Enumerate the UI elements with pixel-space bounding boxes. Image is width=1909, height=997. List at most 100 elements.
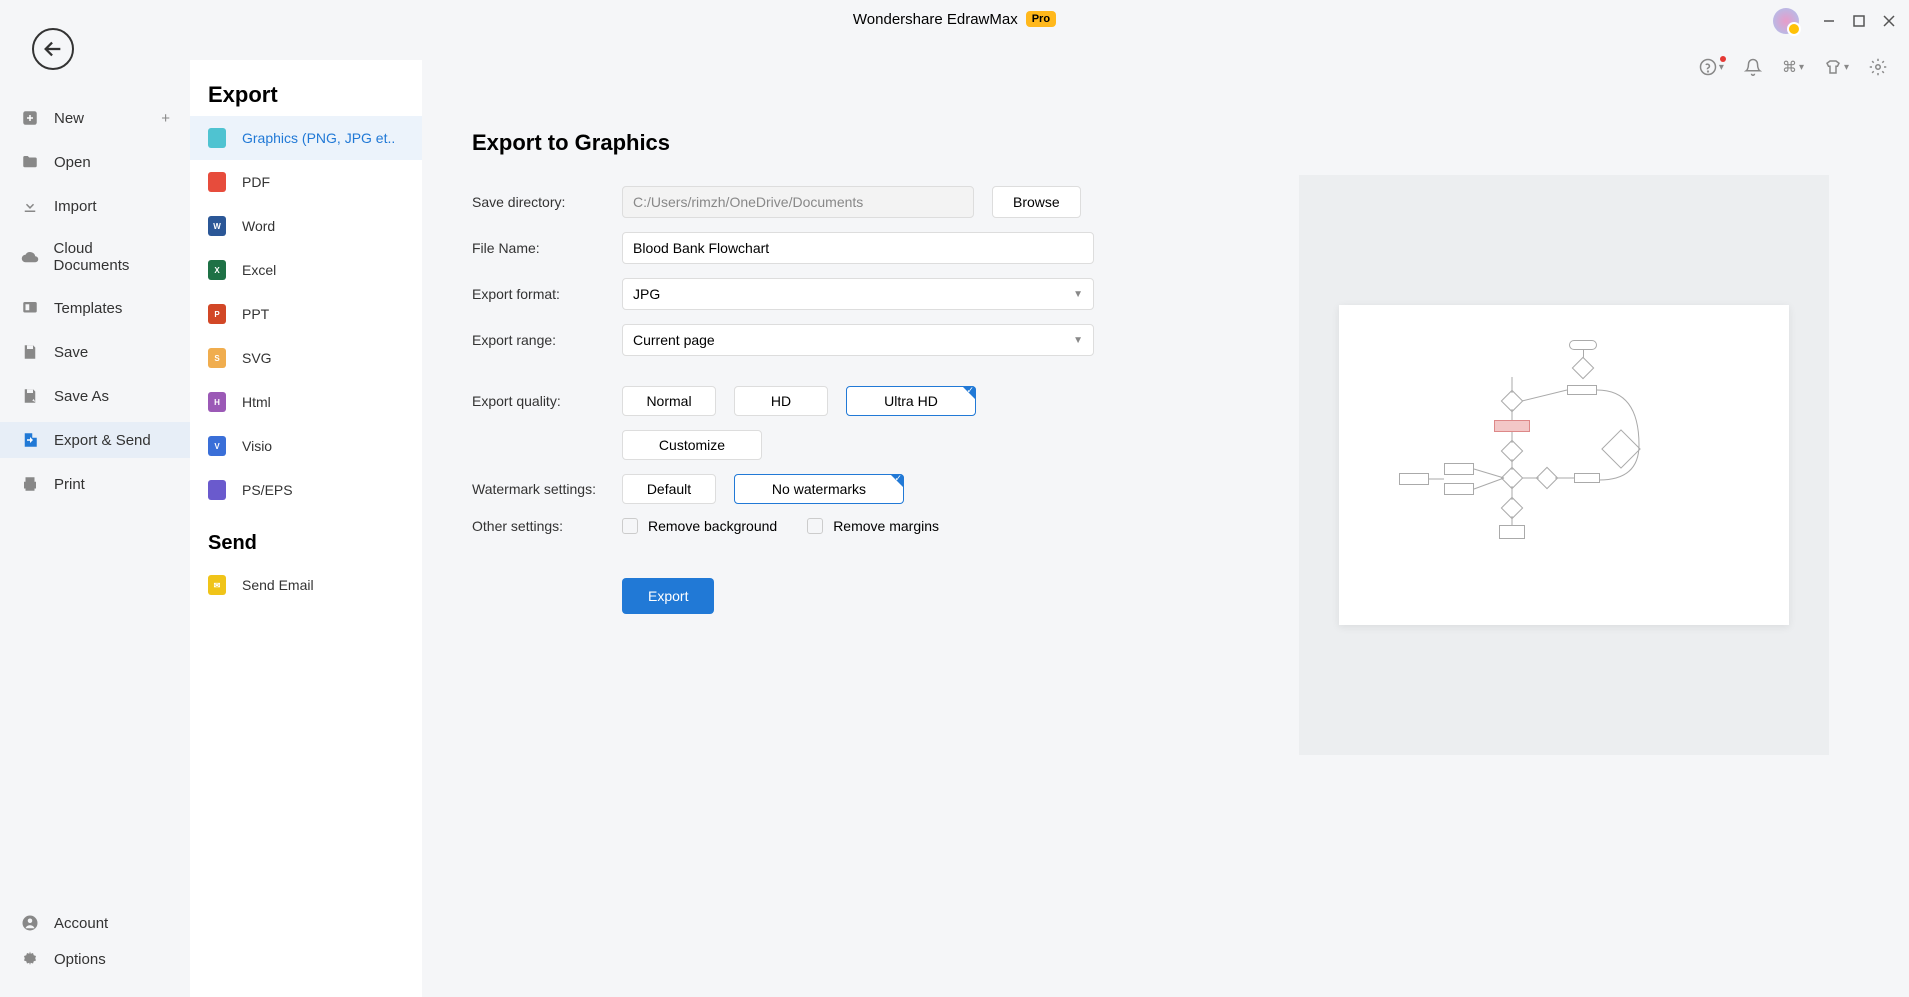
send-label: Send Email	[242, 577, 314, 593]
graphics-file-icon	[208, 128, 226, 148]
export-icon	[20, 430, 40, 450]
help-icon[interactable]: ▾	[1699, 58, 1724, 76]
sidebar-item-label: Templates	[54, 300, 122, 317]
export-type-label: Graphics (PNG, JPG et..	[242, 130, 395, 146]
gear-icon[interactable]	[1869, 58, 1887, 76]
new-icon	[20, 108, 40, 128]
quality-label: Export quality:	[472, 393, 622, 409]
send-email[interactable]: ✉ Send Email	[190, 563, 422, 607]
save-icon	[20, 342, 40, 362]
sidebar-item-account[interactable]: Account	[0, 905, 190, 941]
chevron-down-icon: ▼	[1073, 335, 1083, 346]
export-heading: Export	[190, 70, 422, 116]
export-button[interactable]: Export	[622, 578, 714, 614]
sidebar-item-label: Import	[54, 198, 97, 215]
primary-sidebar: New + Open Import Cloud Documents Templa…	[0, 100, 190, 502]
sidebar-item-label: Save	[54, 344, 88, 361]
svg-file-icon: S	[208, 348, 226, 368]
sidebar-item-save[interactable]: Save	[0, 334, 190, 370]
sidebar-item-export[interactable]: Export & Send	[0, 422, 190, 458]
primary-sidebar-bottom: Account Options	[0, 905, 190, 977]
pro-badge: Pro	[1026, 11, 1056, 27]
remove-background-option[interactable]: Remove background	[622, 518, 777, 534]
sidebar-item-label: New	[54, 110, 84, 127]
export-type-graphics[interactable]: Graphics (PNG, JPG et..	[190, 116, 422, 160]
quality-ultrahd[interactable]: Ultra HD	[846, 386, 976, 416]
export-type-label: SVG	[242, 350, 272, 366]
export-type-visio[interactable]: VVisio	[190, 424, 422, 468]
pdf-file-icon	[208, 172, 226, 192]
checkbox-icon[interactable]	[622, 518, 638, 534]
range-label: Export range:	[472, 332, 622, 348]
quality-normal[interactable]: Normal	[622, 386, 716, 416]
sidebar-item-label: Cloud Documents	[54, 240, 170, 274]
remove-margins-option[interactable]: Remove margins	[807, 518, 939, 534]
filename-input[interactable]	[622, 232, 1094, 264]
sidebar-item-saveas[interactable]: Save As	[0, 378, 190, 414]
secondary-toolbar: ▾ ⌘▾ ▾	[1699, 58, 1887, 76]
export-type-label: PS/EPS	[242, 482, 293, 498]
sidebar-item-import[interactable]: Import	[0, 188, 190, 224]
plus-icon: +	[161, 110, 170, 127]
options-gear-icon	[20, 949, 40, 969]
export-type-pdf[interactable]: PDF	[190, 160, 422, 204]
checkbox-icon[interactable]	[807, 518, 823, 534]
browse-button[interactable]: Browse	[992, 186, 1081, 218]
sidebar-item-open[interactable]: Open	[0, 144, 190, 180]
excel-file-icon: X	[208, 260, 226, 280]
sidebar-item-label: Options	[54, 951, 106, 968]
preview-panel	[1299, 175, 1829, 755]
remove-margins-label: Remove margins	[833, 518, 939, 534]
maximize-button[interactable]	[1851, 13, 1867, 29]
tshirt-icon[interactable]: ▾	[1824, 58, 1849, 76]
close-button[interactable]	[1881, 13, 1897, 29]
sidebar-item-new[interactable]: New +	[0, 100, 190, 136]
sidebar-item-cloud[interactable]: Cloud Documents	[0, 232, 190, 282]
user-avatar-icon[interactable]	[1773, 8, 1799, 34]
import-icon	[20, 196, 40, 216]
remove-bg-label: Remove background	[648, 518, 777, 534]
export-type-word[interactable]: WWord	[190, 204, 422, 248]
format-value: JPG	[633, 286, 660, 302]
other-label: Other settings:	[472, 518, 622, 534]
sidebar-item-options[interactable]: Options	[0, 941, 190, 977]
chevron-down-icon: ▼	[1073, 289, 1083, 300]
page-title: Export to Graphics	[472, 130, 1859, 156]
watermark-default[interactable]: Default	[622, 474, 716, 504]
export-type-pseps[interactable]: PS/EPS	[190, 468, 422, 512]
sidebar-item-templates[interactable]: Templates	[0, 290, 190, 326]
minimize-button[interactable]	[1821, 13, 1837, 29]
print-icon	[20, 474, 40, 494]
export-type-html[interactable]: HHtml	[190, 380, 422, 424]
export-type-ppt[interactable]: P PPT	[190, 292, 422, 336]
range-select[interactable]: Current page ▼	[622, 324, 1094, 356]
keyboard-shortcut-icon[interactable]: ⌘▾	[1782, 58, 1804, 76]
sidebar-item-print[interactable]: Print	[0, 466, 190, 502]
bell-icon[interactable]	[1744, 58, 1762, 76]
back-area	[32, 28, 74, 70]
export-type-excel[interactable]: X Excel	[190, 248, 422, 292]
ppt-file-icon: P	[208, 304, 226, 324]
quality-customize[interactable]: Customize	[622, 430, 762, 460]
export-type-svg[interactable]: S SVG	[190, 336, 422, 380]
saveas-icon	[20, 386, 40, 406]
watermark-none[interactable]: No watermarks	[734, 474, 904, 504]
export-type-label: Html	[242, 394, 271, 410]
app-title: Wondershare EdrawMax	[853, 11, 1018, 28]
export-type-label: PDF	[242, 174, 270, 190]
export-type-label: PPT	[242, 306, 269, 322]
email-icon: ✉	[208, 575, 226, 595]
format-select[interactable]: JPG ▼	[622, 278, 1094, 310]
save-directory-input[interactable]	[622, 186, 974, 218]
title-bar: Wondershare EdrawMax Pro	[0, 0, 1909, 38]
export-type-sidebar: Export Graphics (PNG, JPG et.. PDF WWord…	[190, 60, 422, 997]
back-button[interactable]	[32, 28, 74, 70]
preview-page	[1339, 305, 1789, 625]
account-icon	[20, 913, 40, 933]
sidebar-item-label: Open	[54, 154, 91, 171]
filename-label: File Name:	[472, 240, 622, 256]
quality-hd[interactable]: HD	[734, 386, 828, 416]
export-type-label: Word	[242, 218, 275, 234]
range-value: Current page	[633, 332, 715, 348]
export-type-label: Excel	[242, 262, 276, 278]
